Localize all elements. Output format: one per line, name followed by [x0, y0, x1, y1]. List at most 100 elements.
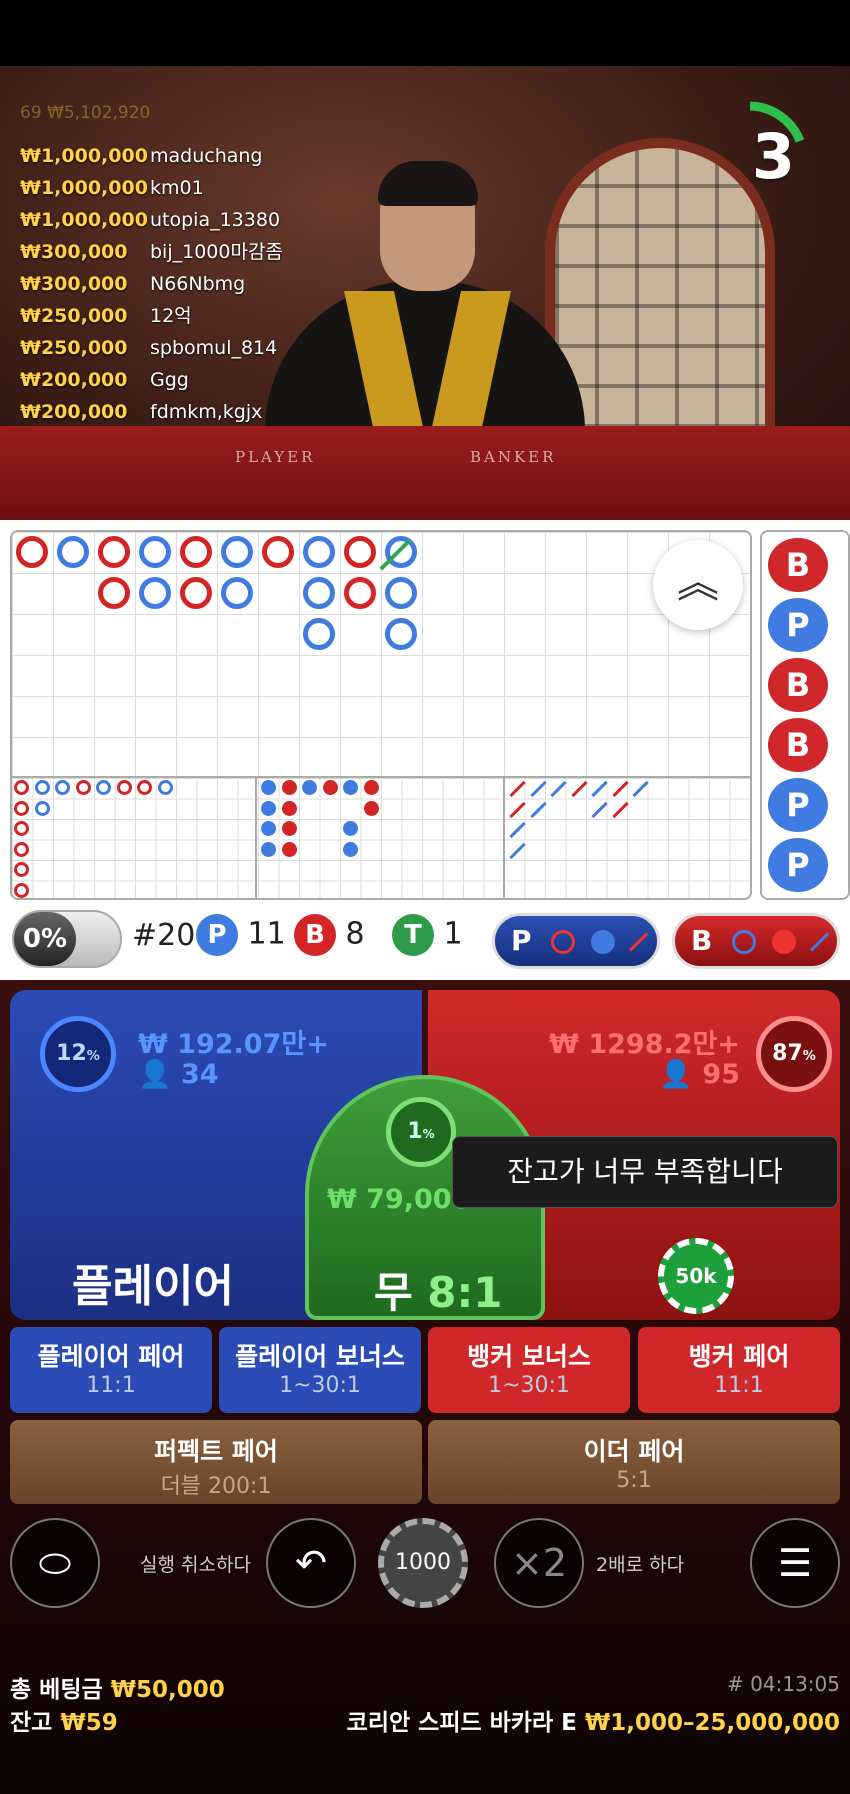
top-bet-row: ₩250,000 spbomul_814 [20, 332, 283, 364]
top-bet-name: fdmkm,kgjx [150, 401, 263, 423]
big-road-bead [344, 536, 376, 568]
big-eye-road-mark [14, 862, 29, 877]
top-bet-amount: ₩1,000,000 [20, 145, 148, 167]
perfect-pair-bet[interactable]: 퍼펙트 페어 더블 200:1 [10, 1420, 422, 1504]
banker-prediction-button[interactable]: B [672, 913, 840, 969]
top-bet-row: ₩1,000,000 km01 [20, 172, 283, 204]
undo-button[interactable]: ↶ [266, 1518, 356, 1608]
either-pair-bet[interactable]: 이더 페어 5:1 [428, 1420, 840, 1504]
top-bet-amount: ₩1,000,000 [20, 209, 148, 231]
side-bet-label: 뱅커 보너스 [467, 1342, 591, 1371]
big-road-bead [385, 577, 417, 609]
bead-road-item: B [768, 718, 828, 772]
small-road-mark [281, 780, 297, 795]
big-eye-road-mark [96, 780, 111, 795]
big-eye-road-mark [14, 841, 29, 857]
table-info: 코리안 스피드 바카라 E ₩1,000–25,000,000 [346, 1710, 840, 1736]
tie-percent-ring: 1% [386, 1097, 456, 1167]
small-road-mark [343, 780, 358, 795]
big-eye-road-mark [34, 800, 50, 816]
small-road-mark [261, 780, 276, 795]
perfect-pair-odds: 더블 200:1 [160, 1474, 272, 1499]
top-bet-name: Ggg [150, 369, 189, 391]
bead-road-item: B [768, 538, 828, 592]
big-road-bead [344, 577, 376, 609]
banker-total-amount: ₩ 1298.2만+ [549, 1029, 740, 1060]
perfect-pair-label: 퍼펙트 페어 [154, 1437, 278, 1466]
player-count: P 11 [196, 914, 286, 956]
top-bet-name: utopia_13380 [150, 209, 281, 231]
banker-count: B 8 [294, 914, 365, 956]
player-prediction-button[interactable]: P [492, 913, 660, 969]
chip-50k[interactable]: 50k [658, 1238, 734, 1314]
table-felt: PLAYER BANKER [0, 426, 850, 520]
percent-toggle[interactable]: 0% [12, 910, 122, 968]
double-label: 2배로 하다 [596, 1554, 685, 1576]
big-road-bead [180, 577, 212, 609]
top-bet-name: bij_1000마감좀 [150, 241, 283, 263]
big-road-bead [98, 577, 130, 609]
top-bet-row: ₩1,000,000 maduchang [20, 140, 283, 172]
top-bet-row: ₩200,000 fdmkm,kgjx [20, 396, 283, 428]
tie-count-value: 1 [443, 916, 463, 952]
selected-chip[interactable]: 1000 [378, 1518, 468, 1608]
big-road-bead [262, 536, 294, 568]
banker-user-count: 👤 95 [659, 1059, 740, 1090]
top-bet-row: ₩250,000 12억 [20, 300, 283, 332]
tie-count: T 1 [392, 914, 463, 956]
undo-label: 실행 취소하다 [140, 1554, 251, 1576]
big-eye-road-mark [14, 882, 29, 898]
undo-icon: ↶ [295, 1541, 327, 1585]
round-number: #20 [132, 918, 196, 953]
small-road-mark [261, 821, 276, 836]
big-eye-road-mark [55, 780, 70, 795]
tie-label: 무 8:1 [374, 1268, 503, 1317]
big-road-bead [16, 536, 48, 568]
total-bet: 총 베팅금 ₩50,000 [10, 1677, 225, 1703]
top-bet-name: 12억 [150, 305, 192, 327]
small-road-mark [302, 780, 317, 795]
big-eye-road-mark [116, 780, 132, 795]
small-road-mark [281, 800, 297, 816]
small-road-mark [363, 780, 379, 795]
small-road-mark [281, 821, 297, 836]
small-road-mark [281, 841, 297, 857]
top-bet-amount: ₩200,000 [20, 401, 128, 423]
top-bet-name: maduchang [150, 145, 263, 167]
side-bet-odds: 1~30:1 [488, 1373, 570, 1398]
big-eye-road-mark [14, 800, 29, 816]
round-id: # 04:13:05 [727, 1672, 840, 1696]
big-road-bead [303, 618, 335, 650]
player-prediction-label: P [511, 924, 532, 957]
big-eye-road-mark [14, 780, 29, 795]
menu-button[interactable]: ☰ [750, 1518, 840, 1608]
either-pair-label: 이더 페어 [583, 1437, 685, 1466]
player-count-value: 11 [247, 916, 286, 952]
side-bet-1[interactable]: 플레이어 보너스 1~30:1 [219, 1327, 421, 1413]
side-bet-odds: 1~30:1 [279, 1373, 361, 1398]
big-road-bead [221, 536, 253, 568]
big-road-bead [221, 577, 253, 609]
chat-icon: ⬭ [38, 1541, 72, 1585]
dealer-hair [378, 161, 478, 206]
banker-circle: B [294, 914, 336, 956]
player-circle: P [196, 914, 238, 956]
chevron-up-icon: ︽ [676, 558, 719, 607]
top-bet-row: ₩300,000 N66Nbmg [20, 268, 283, 300]
expand-roads-button[interactable]: ︽ [653, 540, 743, 630]
top-bet-amount: ₩250,000 [20, 337, 128, 359]
top-bet-row: ₩1,000,000 utopia_13380 [20, 204, 283, 236]
side-bet-odds: 11:1 [86, 1373, 136, 1398]
side-bet-3[interactable]: 뱅커 페어 11:1 [638, 1327, 840, 1413]
big-road-bead [385, 618, 417, 650]
big-road-bead [303, 577, 335, 609]
top-bets-header: 69 ₩5,102,920 [20, 103, 151, 123]
double-button[interactable]: ×2 [494, 1518, 584, 1608]
big-road-bead [303, 536, 335, 568]
chat-button[interactable]: ⬭ [10, 1518, 100, 1608]
side-bet-0[interactable]: 플레이어 페어 11:1 [10, 1327, 212, 1413]
top-bet-amount: ₩1,000,000 [20, 177, 148, 199]
side-bet-2[interactable]: 뱅커 보너스 1~30:1 [428, 1327, 630, 1413]
big-road-bead [98, 536, 130, 568]
top-bet-amount: ₩300,000 [20, 273, 128, 295]
